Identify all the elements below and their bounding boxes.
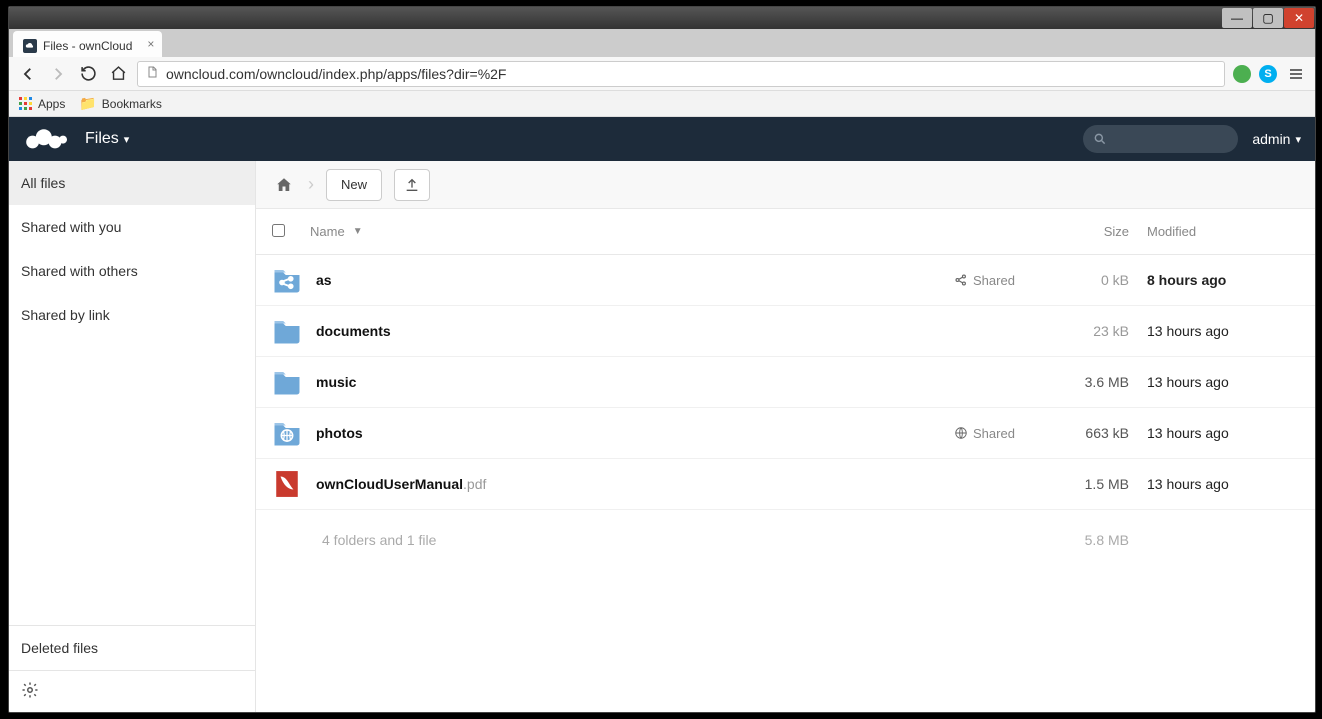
sidebar-item-all-files[interactable]: All files: [9, 161, 255, 205]
file-modified: 13 hours ago: [1129, 425, 1299, 441]
owncloud-logo-icon[interactable]: [23, 125, 71, 154]
apps-label: Apps: [38, 97, 65, 111]
shared-indicator[interactable]: Shared: [954, 273, 1049, 288]
owncloud-favicon-icon: [23, 39, 37, 53]
column-name-label: Name: [310, 224, 345, 239]
file-modified: 8 hours ago: [1129, 272, 1299, 288]
file-type-icon: [272, 367, 302, 397]
sidebar-item-shared-by-link[interactable]: Shared by link: [9, 293, 255, 337]
extension-skype-icon[interactable]: S: [1259, 65, 1277, 83]
browser-tab-title: Files - ownCloud: [43, 39, 132, 53]
browser-toolbar: owncloud.com/owncloud/index.php/apps/fil…: [9, 57, 1315, 91]
sidebar-item-shared-with-others[interactable]: Shared with others: [9, 249, 255, 293]
file-type-icon: [272, 418, 302, 448]
tab-close-icon[interactable]: ×: [147, 37, 154, 51]
file-type-icon: [272, 265, 302, 295]
breadcrumb-home[interactable]: [272, 173, 296, 197]
app-name-label: Files: [85, 130, 119, 148]
sort-indicator-icon: ▼: [353, 226, 363, 237]
file-type-icon: [272, 469, 302, 499]
sidebar-item-deleted-files[interactable]: Deleted files: [9, 626, 255, 670]
sidebar-item-shared-with-you[interactable]: Shared with you: [9, 205, 255, 249]
forward-button[interactable]: [47, 63, 69, 85]
file-size: 1.5 MB: [1049, 476, 1129, 492]
bookmark-bar: Apps 📁 Bookmarks: [9, 91, 1315, 117]
extension-green-icon[interactable]: [1233, 65, 1251, 83]
file-name: photos: [316, 425, 363, 441]
main-content: › New Name ▼ Size Modified asS: [256, 161, 1315, 712]
sidebar-settings-button[interactable]: [9, 670, 255, 712]
file-size: 3.6 MB: [1049, 374, 1129, 390]
user-name-label: admin: [1252, 131, 1290, 147]
file-modified: 13 hours ago: [1129, 374, 1299, 390]
table-row[interactable]: music 3.6 MB13 hours ago: [256, 357, 1315, 408]
file-name: ownCloudUserManual.pdf: [316, 476, 486, 492]
summary-text: 4 folders and 1 file: [272, 532, 954, 548]
file-size: 23 kB: [1049, 323, 1129, 339]
table-row[interactable]: as Shared0 kB8 hours ago: [256, 255, 1315, 306]
column-header-size[interactable]: Size: [1049, 224, 1129, 239]
dropdown-icon: ▾: [1295, 133, 1301, 146]
table-row[interactable]: documents 23 kB13 hours ago: [256, 306, 1315, 357]
table-row[interactable]: photos Shared663 kB13 hours ago: [256, 408, 1315, 459]
new-button[interactable]: New: [326, 169, 382, 201]
window-maximize-button[interactable]: ▢: [1253, 8, 1283, 28]
upload-button[interactable]: [394, 169, 430, 201]
file-size: 0 kB: [1049, 272, 1129, 288]
breadcrumb-bar: › New: [256, 161, 1315, 209]
file-name: music: [316, 374, 356, 390]
column-header-name[interactable]: Name ▼: [304, 224, 954, 239]
page-icon: [146, 65, 158, 82]
url-text: owncloud.com/owncloud/index.php/apps/fil…: [166, 66, 506, 82]
shared-indicator[interactable]: Shared: [954, 426, 1049, 441]
file-modified: 13 hours ago: [1129, 476, 1299, 492]
apps-shortcut[interactable]: Apps: [19, 97, 65, 111]
browser-menu-button[interactable]: [1285, 63, 1307, 85]
reload-button[interactable]: [77, 63, 99, 85]
os-titlebar: — ▢ ✕: [9, 7, 1315, 29]
window-minimize-button[interactable]: —: [1222, 8, 1252, 28]
bookmarks-folder[interactable]: 📁 Bookmarks: [79, 95, 161, 112]
table-summary: 4 folders and 1 file 5.8 MB: [256, 510, 1315, 570]
file-size: 663 kB: [1049, 425, 1129, 441]
select-all-checkbox[interactable]: [272, 224, 285, 237]
back-button[interactable]: [17, 63, 39, 85]
home-icon: [275, 176, 293, 194]
url-bar[interactable]: owncloud.com/owncloud/index.php/apps/fil…: [137, 61, 1225, 87]
file-modified: 13 hours ago: [1129, 323, 1299, 339]
bookmarks-label: Bookmarks: [102, 97, 162, 111]
app-switcher[interactable]: Files ▾: [85, 130, 129, 148]
breadcrumb-separator-icon: ›: [308, 174, 314, 195]
upload-icon: [404, 177, 420, 193]
oc-header: Files ▾ admin ▾: [9, 117, 1315, 161]
file-name: as: [316, 272, 332, 288]
window-close-button[interactable]: ✕: [1284, 8, 1314, 28]
table-row[interactable]: ownCloudUserManual.pdf 1.5 MB13 hours ago: [256, 459, 1315, 510]
search-icon: [1093, 132, 1107, 146]
table-header: Name ▼ Size Modified: [256, 209, 1315, 255]
home-button[interactable]: [107, 63, 129, 85]
browser-tabstrip: Files - ownCloud ×: [9, 29, 1315, 57]
user-menu[interactable]: admin ▾: [1252, 131, 1301, 147]
browser-tab-active[interactable]: Files - ownCloud ×: [13, 31, 162, 57]
file-name: documents: [316, 323, 391, 339]
apps-grid-icon: [19, 97, 33, 111]
dropdown-icon: ▾: [124, 133, 130, 146]
gear-icon: [21, 681, 39, 699]
folder-icon: 📁: [79, 95, 96, 112]
column-header-modified[interactable]: Modified: [1129, 224, 1299, 239]
search-input[interactable]: [1083, 125, 1238, 153]
file-type-icon: [272, 316, 302, 346]
summary-size: 5.8 MB: [1049, 532, 1129, 548]
sidebar: All files Shared with you Shared with ot…: [9, 161, 256, 712]
